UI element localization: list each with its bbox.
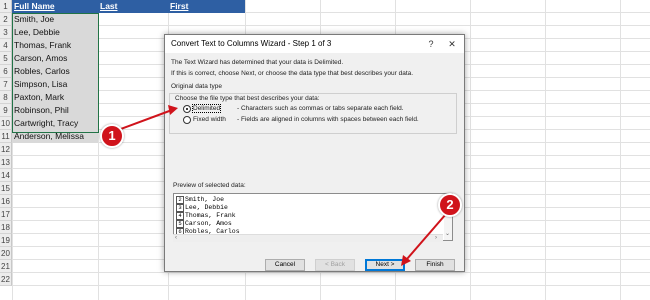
header-cell-b[interactable]: Last <box>98 0 168 13</box>
row-header[interactable]: 11 <box>0 130 12 143</box>
row-header[interactable]: 7 <box>0 78 12 91</box>
group-prompt: Choose the file type that best describes… <box>175 95 320 102</box>
fixed-width-radio[interactable] <box>183 116 191 124</box>
preview-row-text: Smith, Joe <box>185 196 225 203</box>
row-header[interactable]: 13 <box>0 156 12 169</box>
scroll-down-icon[interactable]: ⌄ <box>445 230 450 237</box>
text-to-columns-dialog: Convert Text to Columns Wizard - Step 1 … <box>164 34 465 272</box>
row-header[interactable]: 1 <box>0 0 12 13</box>
row-header[interactable]: 6 <box>0 65 12 78</box>
row-header[interactable]: 2 <box>0 13 12 26</box>
help-button[interactable]: ? <box>424 37 438 51</box>
back-button[interactable]: < Back <box>315 259 355 271</box>
row-header[interactable]: 5 <box>0 52 12 65</box>
grid-row-line <box>12 25 650 26</box>
row-header[interactable]: 10 <box>0 117 12 130</box>
screenshot: 1 2 3 4 5 6 7 8 9 10 11 12 13 14 15 16 17 18 19 20 21 22 Full … <box>0 0 650 300</box>
group-title: Original data type <box>171 83 222 90</box>
name-cell[interactable]: Smith, Joe <box>12 13 98 26</box>
intro-text-2: If this is correct, choose Next, or choo… <box>171 70 414 77</box>
dialog-title: Convert Text to Columns Wizard - Step 1 … <box>171 39 332 48</box>
scroll-right-icon[interactable]: › <box>435 235 437 241</box>
preview-row-number: 4 <box>176 212 184 220</box>
name-cell[interactable]: Lee, Debbie <box>12 26 98 39</box>
fixed-width-description: - Fields are aligned in columns with spa… <box>237 116 419 123</box>
grid-column-line <box>545 0 546 300</box>
next-button[interactable]: Next > <box>365 259 405 271</box>
header-cell-a[interactable]: Full Name <box>12 0 98 13</box>
intro-text-1: The Text Wizard has determined that your… <box>171 59 344 66</box>
preview-row-number: 5 <box>176 220 184 228</box>
grid-column-line <box>98 0 99 300</box>
preview-horizontal-scrollbar[interactable]: ‹ › <box>173 234 443 242</box>
preview-row: 3 Lee, Debbie <box>176 204 228 212</box>
cancel-button[interactable]: Cancel <box>265 259 305 271</box>
name-cell[interactable]: Thomas, Frank <box>12 39 98 52</box>
row-header[interactable]: 3 <box>0 26 12 39</box>
callout-1-badge: 1 <box>100 124 124 148</box>
preview-label: Preview of selected data: <box>173 182 246 189</box>
row-header[interactable]: 16 <box>0 195 12 208</box>
preview-row: 5 Carson, Amos <box>176 220 232 228</box>
preview-row-text: Lee, Debbie <box>185 204 228 211</box>
grid-row-line <box>12 272 650 273</box>
preview-row-text: Carson, Amos <box>185 220 232 227</box>
name-cell[interactable]: Anderson, Melissa <box>12 130 98 143</box>
row-header[interactable]: 20 <box>0 247 12 260</box>
grid-row-line <box>12 285 650 286</box>
delimited-label[interactable]: Delimited <box>191 104 222 113</box>
row-header[interactable]: 22 <box>0 273 12 286</box>
delimited-radio[interactable] <box>183 105 191 113</box>
preview-row-number: 3 <box>176 204 184 212</box>
row-header[interactable]: 19 <box>0 234 12 247</box>
name-cell[interactable]: Paxton, Mark <box>12 91 98 104</box>
row-header[interactable]: 8 <box>0 91 12 104</box>
name-cell[interactable]: Carson, Amos <box>12 52 98 65</box>
dialog-titlebar[interactable]: Convert Text to Columns Wizard - Step 1 … <box>165 35 464 53</box>
delimited-description: - Characters such as commas or tabs sepa… <box>237 105 404 112</box>
preview-row: 2 Smith, Joe <box>176 196 224 204</box>
row-header[interactable]: 9 <box>0 104 12 117</box>
row-header[interactable]: 21 <box>0 260 12 273</box>
row-header[interactable]: 18 <box>0 221 12 234</box>
preview-row: 4 Thomas, Frank <box>176 212 236 220</box>
finish-button[interactable]: Finish <box>415 259 455 271</box>
header-cell-c[interactable]: First <box>168 0 245 13</box>
row-header[interactable]: 12 <box>0 143 12 156</box>
row-header[interactable]: 4 <box>0 39 12 52</box>
name-cell[interactable]: Cartwright, Tracy <box>12 117 98 130</box>
row-header[interactable]: 14 <box>0 169 12 182</box>
name-cell[interactable]: Simpson, Lisa <box>12 78 98 91</box>
grid-column-line <box>470 0 471 300</box>
close-button[interactable]: ✕ <box>445 37 459 51</box>
grid-column-line <box>620 0 621 300</box>
fixed-width-label[interactable]: Fixed width <box>193 116 226 123</box>
preview-row-text: Thomas, Frank <box>185 212 236 219</box>
row-header[interactable]: 17 <box>0 208 12 221</box>
callout-2-badge: 2 <box>438 193 462 217</box>
name-cell[interactable]: Robles, Carlos <box>12 65 98 78</box>
name-cell[interactable]: Robinson, Phil <box>12 104 98 117</box>
row-header[interactable]: 15 <box>0 182 12 195</box>
preview-row-number: 2 <box>176 196 184 204</box>
scroll-left-icon[interactable]: ‹ <box>175 235 177 241</box>
